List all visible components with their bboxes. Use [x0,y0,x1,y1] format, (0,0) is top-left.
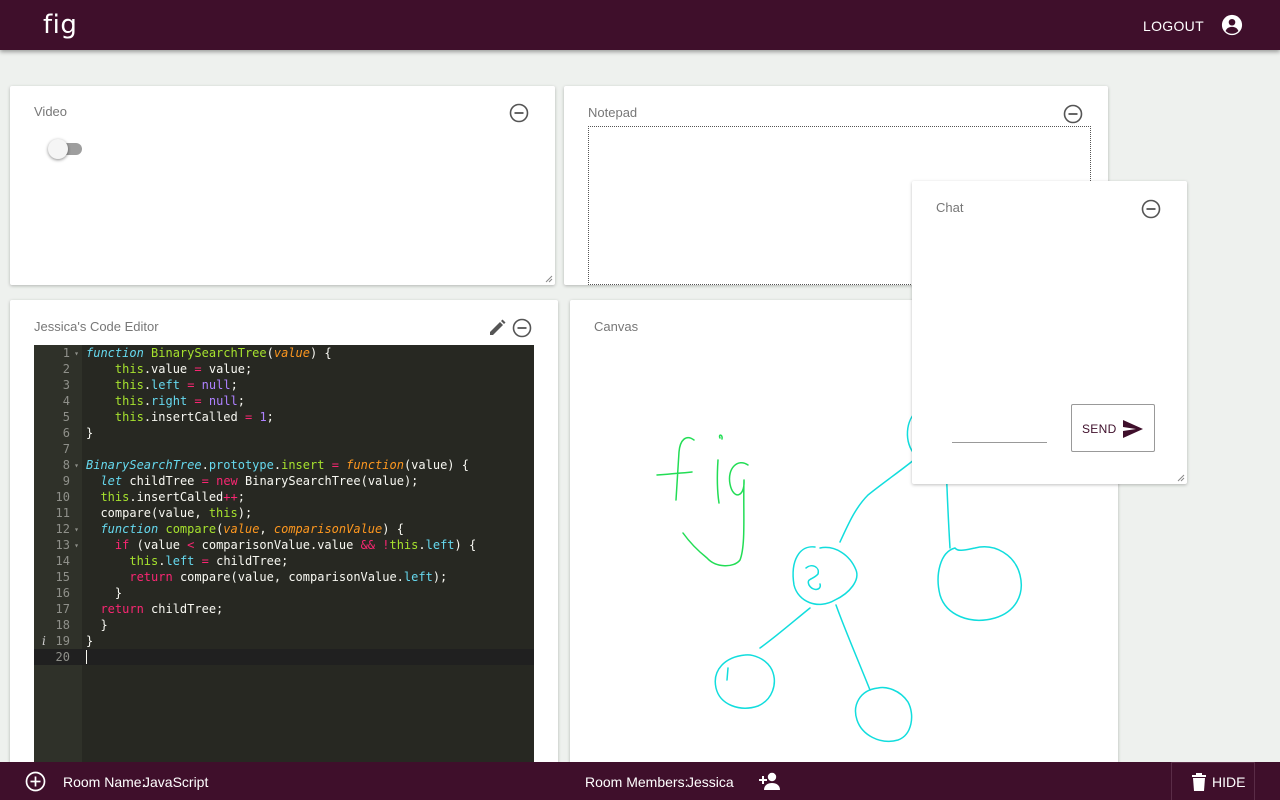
app-logo[interactable]: fig [43,10,77,40]
code-line: return compare(value, comparisonValue.le… [129,570,448,584]
info-icon: i [42,634,46,648]
green-strokes [656,434,749,567]
logout-button[interactable]: LOGOUT [1143,18,1204,34]
code-line: BinarySearchTree.prototype.insert = func… [86,458,469,472]
send-button[interactable]: SEND [1071,404,1155,452]
video-panel: Video [10,86,555,285]
room-name-label: Room Name: [63,774,146,790]
code-line: } [86,586,123,600]
add-person-icon[interactable] [758,771,782,791]
code-editor[interactable]: 1 ▾ 2 3 4 5 6 7 8 ▾ 9 10 11 12 ▾ 13 ▾ 14 15 … [34,345,534,762]
code-line: this.left = null; [114,378,238,392]
chat-message-input[interactable] [952,427,1047,443]
text-cursor [86,650,87,664]
code-line: function compare(value, comparisonValue)… [100,522,404,536]
panel-title: Chat [936,200,964,215]
edit-pencil-icon[interactable] [487,318,507,338]
code-line: this.insertCalled = 1; [114,410,274,424]
add-circle-icon[interactable] [25,771,46,792]
code-line: this.value = value; [114,362,253,376]
room-name-value: JavaScript [143,774,209,790]
code-line: } [86,634,94,648]
minimize-icon[interactable] [512,318,532,338]
room-members-label: Room Members: [585,774,689,790]
code-line: } [86,426,94,440]
trash-icon [1192,773,1206,791]
video-toggle[interactable] [48,139,82,159]
send-icon [1123,420,1143,438]
panel-title: Jessica's Code Editor [34,319,159,334]
account-circle-icon[interactable] [1221,14,1243,36]
minimize-icon[interactable] [1063,104,1083,124]
resize-handle[interactable] [1177,474,1185,482]
code-line: this.insertCalled++; [100,490,245,504]
hide-button[interactable]: HIDE [1171,762,1255,800]
send-label: SEND [1082,422,1117,436]
room-members-value: Jessica [687,774,734,790]
chat-panel: Chat SEND [912,181,1187,484]
panel-title: Video [34,104,68,119]
code-line: if (value < comparisonValue.value && !th… [114,538,477,552]
code-line: } [86,618,108,632]
top-app-bar: fig LOGOUT [0,0,1280,50]
minimize-icon[interactable] [1141,199,1161,219]
code-line: compare(value, this); [86,506,253,520]
minimize-icon[interactable] [509,103,529,123]
resize-handle[interactable] [545,275,553,283]
hide-label: HIDE [1212,774,1246,790]
bottom-bar: Room Name: JavaScript Room Members: Jess… [0,762,1280,800]
code-line: this.right = null; [114,394,246,408]
code-line: this.left = childTree; [129,554,289,568]
code-line: let childTree = new BinarySearchTree(val… [100,474,419,488]
code-line: function BinarySearchTree(value) { [86,346,332,360]
panel-title: Notepad [588,105,638,120]
code-line: return childTree; [100,602,224,616]
